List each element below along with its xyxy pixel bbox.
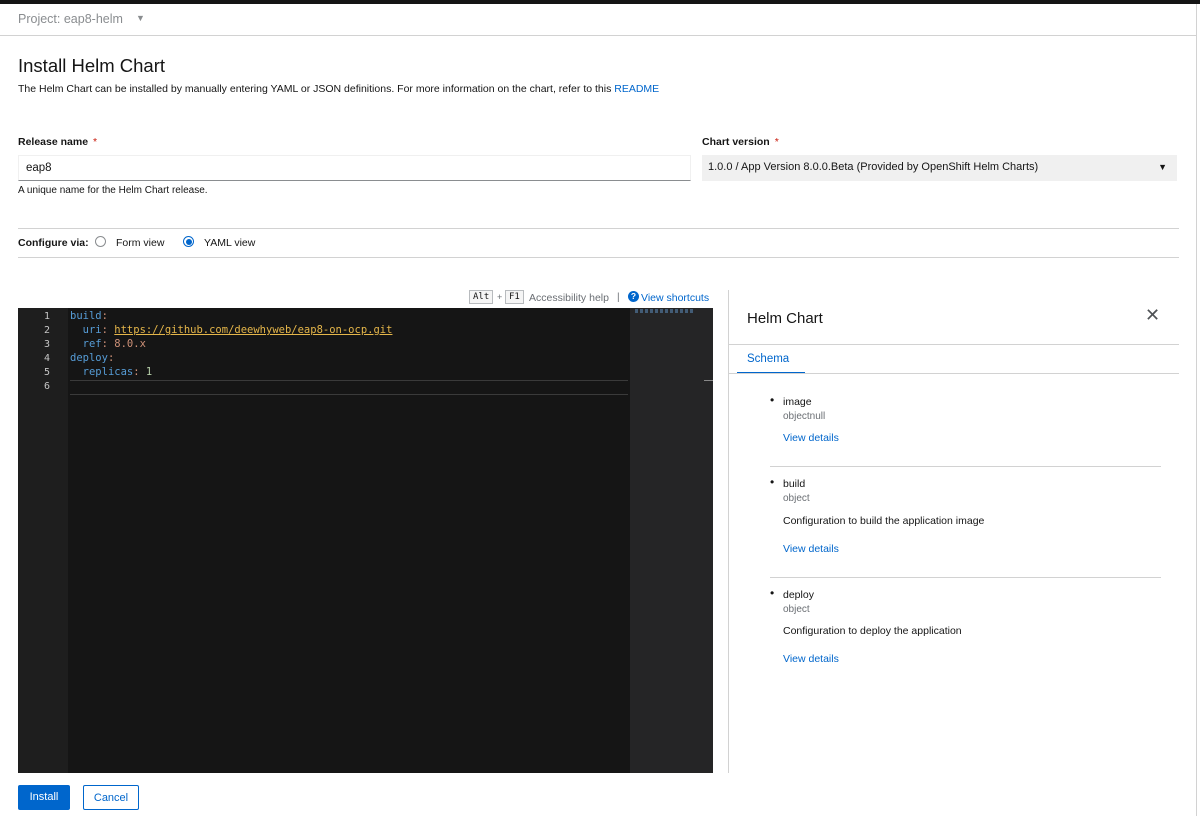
f1-key: F1 — [505, 290, 524, 304]
code-line: build: — [70, 310, 108, 322]
divider — [729, 344, 1179, 345]
minimap[interactable] — [630, 308, 713, 773]
close-icon[interactable]: ✕ — [1145, 305, 1160, 326]
chart-version-select[interactable]: 1.0.0 / App Version 8.0.0.Beta (Provided… — [702, 155, 1177, 181]
schema-item-type: object — [783, 604, 810, 615]
page-edge — [1196, 35, 1197, 816]
divider — [770, 577, 1161, 578]
schema-item-type: object — [783, 493, 810, 504]
view-shortcuts-link[interactable]: View shortcuts — [641, 292, 709, 304]
separator: | — [617, 292, 620, 303]
panel-divider — [728, 290, 729, 773]
code-line: uri: https://github.com/deewhyweb/eap8-o… — [82, 324, 393, 336]
page-description: The Helm Chart can be installed by manua… — [18, 83, 659, 95]
description-text: The Helm Chart can be installed by manua… — [18, 83, 615, 95]
plus-sign: + — [497, 292, 503, 302]
schema-item-description: Configuration to build the application i… — [783, 515, 985, 527]
release-name-helper: A unique name for the Helm Chart release… — [18, 185, 208, 196]
divider — [729, 373, 1179, 374]
code-line: replicas: 1 — [82, 366, 153, 378]
bullet-icon: • — [770, 586, 775, 600]
alt-key: Alt — [469, 290, 494, 304]
project-selector[interactable]: Project: eap8-helm — [18, 12, 123, 26]
line-number-gutter: 1 2 3 4 5 6 — [18, 308, 68, 773]
schema-item-type: objectnull — [783, 411, 826, 422]
code-line: deploy: — [70, 352, 115, 364]
page-title: Install Helm Chart — [18, 55, 166, 76]
code-area[interactable] — [68, 308, 630, 773]
code-line: ref: 8.0.x — [82, 338, 146, 350]
cancel-button[interactable]: Cancel — [83, 785, 139, 810]
line-number: 3 — [43, 339, 50, 350]
bullet-icon: • — [770, 475, 775, 489]
form-view-label[interactable]: Form view — [116, 237, 164, 249]
view-details-link[interactable]: View details — [783, 543, 839, 555]
panel-title: Helm Chart — [747, 310, 823, 327]
minimap-preview — [635, 309, 695, 313]
caret-down-icon[interactable]: ▼ — [136, 13, 145, 23]
yaml-view-radio[interactable] — [183, 236, 194, 247]
yaml-editor[interactable]: 1 2 3 4 5 6 build: uri: https://github.c… — [18, 308, 713, 773]
line-number: 5 — [43, 367, 50, 378]
current-line-highlight — [70, 380, 628, 395]
required-marker: * — [774, 136, 779, 148]
schema-item-description: Configuration to deploy the application — [783, 625, 962, 637]
chart-version-value: 1.0.0 / App Version 8.0.0.Beta (Provided… — [708, 161, 1039, 173]
schema-item-name: image — [783, 396, 812, 408]
required-marker: * — [93, 136, 98, 148]
caret-down-icon: ▼ — [1158, 162, 1167, 172]
question-circle-icon[interactable]: ? — [628, 291, 639, 302]
project-bar: Project: eap8-helm ▼ — [0, 4, 1197, 36]
line-number: 6 — [43, 381, 50, 392]
schema-item-name: deploy — [783, 589, 814, 601]
schema-item-name: build — [783, 478, 806, 490]
view-details-link[interactable]: View details — [783, 432, 839, 444]
view-details-link[interactable]: View details — [783, 653, 839, 665]
divider — [18, 257, 1179, 258]
line-number: 2 — [43, 325, 50, 336]
yaml-view-label[interactable]: YAML view — [204, 237, 255, 249]
scrollbar[interactable] — [704, 380, 713, 381]
line-number: 4 — [43, 353, 50, 364]
divider — [770, 466, 1161, 467]
install-button[interactable]: Install — [18, 785, 70, 810]
release-name-input[interactable]: eap8 — [18, 155, 691, 181]
bullet-icon: • — [770, 393, 775, 407]
readme-link[interactable]: README — [614, 83, 659, 95]
accessibility-help: Accessibility help — [529, 292, 609, 304]
configure-via-label: Configure via: — [18, 237, 89, 249]
tab-schema[interactable]: Schema — [747, 353, 789, 365]
line-number: 1 — [43, 311, 50, 322]
form-view-radio[interactable] — [95, 236, 106, 247]
divider — [18, 228, 1179, 229]
release-name-label: Release name * — [18, 136, 98, 148]
chart-version-label: Chart version * — [702, 136, 779, 148]
